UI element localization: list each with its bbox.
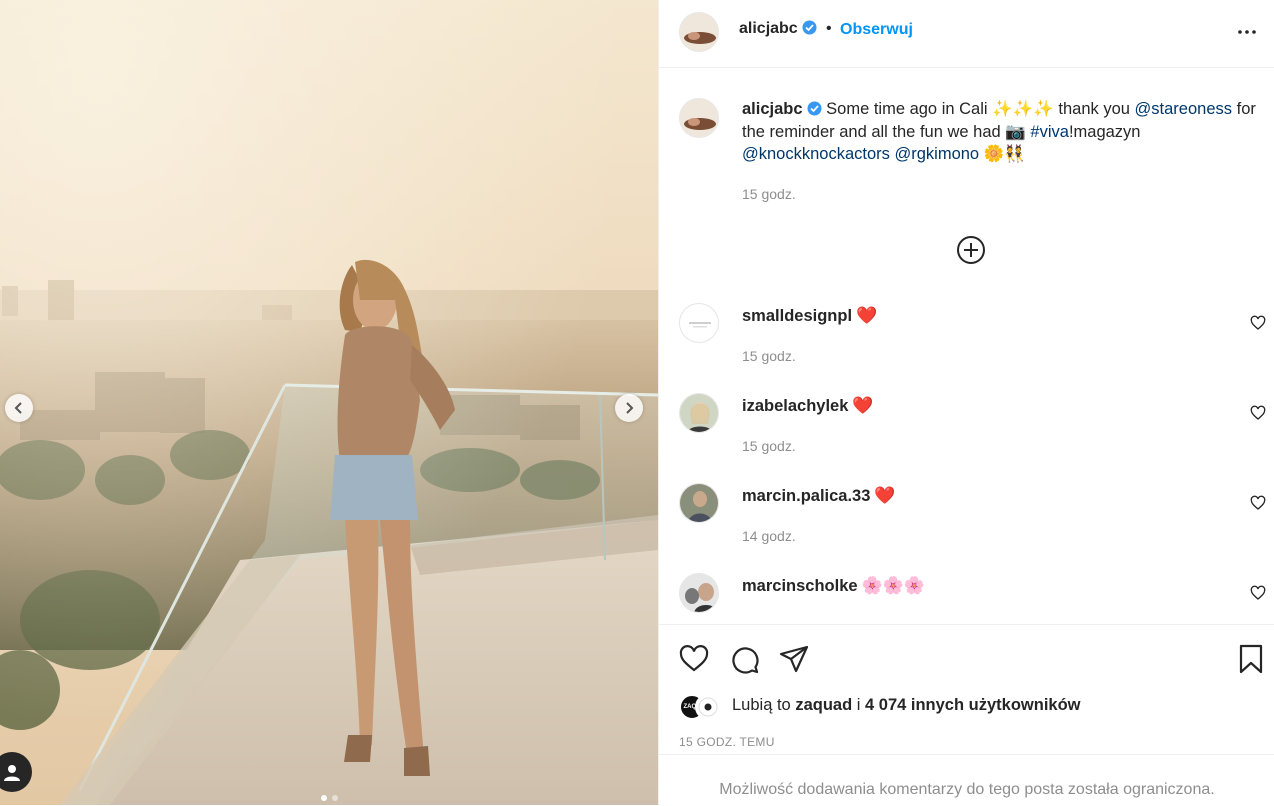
caption-text: !magazyn [1068, 122, 1141, 141]
post-caption: alicjabc Some time ago in Cali ✨✨✨ thank… [742, 98, 1262, 166]
load-more-comments-icon[interactable] [956, 235, 986, 265]
comment-body: marcin.palica.33 ❤️ [742, 486, 896, 506]
more-options-icon[interactable] [1235, 22, 1259, 42]
caption-text: thank you [1058, 100, 1130, 118]
verified-badge-icon [802, 20, 817, 35]
previous-photo-button[interactable] [5, 394, 33, 422]
post-actions: ZAQU Lubią to zaquad i 4 074 innych użyt… [659, 624, 1274, 805]
post-header: alicjabc • Obserwuj [659, 0, 1274, 68]
comment-body: izabelachylek ❤️ [742, 396, 874, 416]
caption-text: Some time ago in Cali [826, 100, 988, 118]
commenter-username[interactable]: smalldesignpl [742, 307, 852, 325]
chevron-right-icon [626, 402, 634, 414]
post-side-panel: alicjabc • Obserwuj alicjabc Some time a… [658, 0, 1274, 805]
likes-count-link[interactable]: 4 074 innych użytkowników [865, 696, 1080, 714]
author-avatar-image [680, 13, 718, 51]
sparkles-emoji: ✨✨✨ [992, 100, 1054, 118]
comment-body: marcinscholke 🌸🌸🌸 [742, 576, 925, 596]
comment-item: marcin.palica.33 ❤️ 14 godz. [659, 483, 1274, 573]
next-photo-button[interactable] [615, 394, 643, 422]
like-icon[interactable] [679, 644, 709, 674]
comment-like-icon[interactable] [1250, 585, 1266, 601]
commenter-username[interactable]: marcin.palica.33 [742, 487, 870, 505]
comments-list[interactable]: alicjabc Some time ago in Cali ✨✨✨ thank… [659, 69, 1274, 624]
follow-button[interactable]: Obserwuj [840, 21, 913, 39]
commenter-username[interactable]: marcinscholke [742, 577, 858, 595]
comment-body: smalldesignpl ❤️ [742, 306, 877, 326]
caption-author-avatar[interactable] [679, 98, 719, 138]
comment-time[interactable]: 14 godz. [742, 528, 796, 544]
chevron-left-icon [14, 402, 22, 414]
comment-item: marcinscholke 🌸🌸🌸 [659, 573, 1274, 624]
hashtag-link[interactable]: #viva [1030, 123, 1069, 141]
commenter-avatar-image [680, 394, 718, 432]
commenter-username[interactable]: izabelachylek [742, 397, 848, 415]
post-photo[interactable] [0, 0, 658, 805]
mention-link[interactable]: @knockknockactors [742, 145, 890, 163]
comment-like-icon[interactable] [1250, 405, 1266, 421]
comment-emoji: ❤️ [856, 306, 878, 325]
liker-username[interactable]: zaquad [795, 696, 852, 714]
caption-avatar-image [680, 99, 718, 137]
carousel-dot-active [320, 795, 327, 801]
post-image [0, 0, 658, 805]
commenter-avatar-image [680, 574, 718, 612]
comment-emoji: ❤️ [852, 396, 874, 415]
comment-emoji: 🌸🌸🌸 [861, 576, 926, 595]
user-icon [4, 765, 20, 781]
verified-badge-icon [807, 101, 822, 116]
bookmark-icon[interactable] [1236, 644, 1266, 674]
share-icon[interactable] [779, 644, 809, 674]
camera-emoji: 📷 [1005, 122, 1026, 141]
comment-item: izabelachylek ❤️ 15 godz. [659, 393, 1274, 483]
commenter-avatar-image [680, 304, 718, 342]
comments-restricted-notice: Możliwość dodawania komentarzy do tego p… [659, 754, 1274, 806]
commenter-avatar[interactable] [679, 483, 719, 523]
author-username[interactable]: alicjabc [739, 20, 817, 38]
comment-time[interactable]: 15 godz. [742, 438, 796, 454]
commenter-avatar[interactable] [679, 573, 719, 613]
caption-time[interactable]: 15 godz. [742, 186, 796, 202]
carousel-dot [331, 795, 338, 801]
carousel-indicator [0, 795, 658, 801]
comment-item: smalldesignpl ❤️ 15 godz. [659, 303, 1274, 393]
comment-time[interactable]: 15 godz. [742, 348, 796, 364]
mention-link[interactable]: @stareoness [1135, 100, 1232, 118]
comment-emoji: ❤️ [874, 486, 896, 505]
comment-icon[interactable] [729, 644, 759, 674]
instagram-post-modal: alicjabc • Obserwuj alicjabc Some time a… [0, 0, 1274, 805]
commenter-avatar[interactable] [679, 393, 719, 433]
likes-text: Lubią to zaquad i 4 074 innych użytkowni… [732, 696, 1081, 714]
post-time-ago[interactable]: 15 GODZ. TEMU [679, 735, 775, 749]
liker-avatar[interactable] [695, 694, 721, 720]
mention-link[interactable]: @rgkimono [894, 145, 979, 163]
header-separator: • [826, 20, 832, 37]
author-avatar[interactable] [679, 12, 719, 52]
comment-like-icon[interactable] [1250, 315, 1266, 331]
caption-username[interactable]: alicjabc [742, 100, 803, 118]
comment-like-icon[interactable] [1250, 495, 1266, 511]
likes-summary: ZAQU Lubią to zaquad i 4 074 innych użyt… [679, 694, 1239, 722]
flower-emoji: 🌼👯 [983, 145, 1025, 163]
commenter-avatar-image [680, 484, 718, 522]
commenter-avatar[interactable] [679, 303, 719, 343]
liker-avatar-image [698, 697, 718, 717]
